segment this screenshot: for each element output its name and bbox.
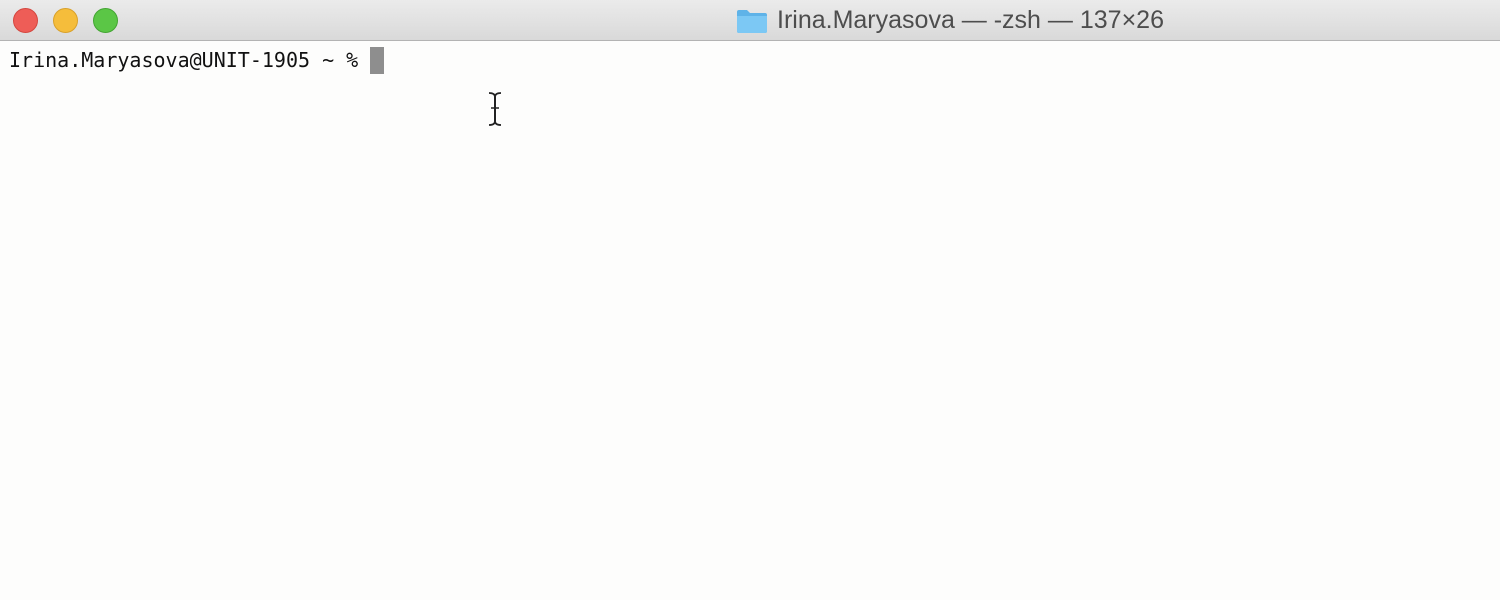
- i-beam-icon: [488, 91, 502, 127]
- terminal-content[interactable]: Irina.Maryasova@UNIT-1905 ~ %: [0, 41, 1500, 600]
- folder-icon: [737, 9, 767, 33]
- zoom-button[interactable]: [93, 8, 118, 33]
- close-button[interactable]: [13, 8, 38, 33]
- text-cursor: [370, 46, 385, 74]
- terminal-window: Irina.Maryasova — -zsh — 137×26 Irina.Ma…: [0, 0, 1500, 600]
- shell-prompt: Irina.Maryasova@UNIT-1905 ~ %: [9, 48, 359, 72]
- minimize-button[interactable]: [53, 8, 78, 33]
- prompt-line[interactable]: Irina.Maryasova@UNIT-1905 ~ %: [9, 46, 385, 74]
- window-title: Irina.Maryasova — -zsh — 137×26: [736, 0, 1164, 41]
- title-bar[interactable]: Irina.Maryasova — -zsh — 137×26: [0, 0, 1500, 41]
- window-title-text: Irina.Maryasova — -zsh — 137×26: [777, 6, 1164, 34]
